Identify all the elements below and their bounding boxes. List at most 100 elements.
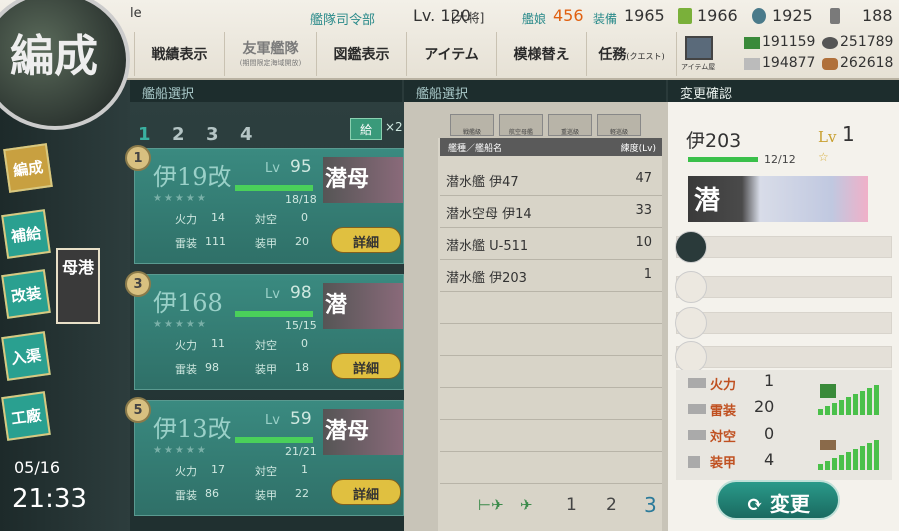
header-ship-name: 艦種／艦船名 <box>448 144 503 154</box>
list-item-level: 1 <box>643 267 652 282</box>
detail-level: 1 <box>842 122 855 146</box>
ship-hp: 21/21 <box>285 445 317 458</box>
filter-tab-carrier[interactable]: 航空母艦 <box>499 114 543 136</box>
stat-torpedo: 111 <box>205 235 226 248</box>
stat-aa-label: 対空 <box>255 465 277 478</box>
detail-hp: 12/12 <box>764 153 796 166</box>
home-port-button[interactable]: 母港 <box>56 248 100 324</box>
page-1-button[interactable]: 1 <box>566 495 577 515</box>
supply-multiplier: ×2 <box>385 120 403 134</box>
hp-bar <box>235 311 313 317</box>
ship-name: 伊168 <box>153 289 223 317</box>
detail-aa-label: 対空 <box>710 430 737 445</box>
detail-torpedo-label: 雷装 <box>710 404 737 419</box>
detail-hp-bar <box>688 157 758 162</box>
pager-prev-button[interactable]: ✈ <box>520 496 533 514</box>
menu-item-button[interactable]: アイテム <box>406 32 496 76</box>
slot-number: 1 <box>125 145 151 171</box>
list-item-empty <box>440 356 662 388</box>
detail-firepower-label: 火力 <box>710 378 737 393</box>
nav-docking-button[interactable]: 入渠 <box>1 331 51 381</box>
hq-label: 艦隊司令部 <box>310 13 376 28</box>
list-item[interactable]: 潜水空母 伊14 33 <box>440 196 662 228</box>
ship-card[interactable]: 3 伊168 Lv 98 ★★★★★ 15/15 潜 火力 11 対空 0 雷装… <box>125 271 404 390</box>
section-header-middle: 艦船選択 <box>404 80 666 102</box>
section-header-right: 変更確認 <box>668 80 899 102</box>
stat-armor-label: 装甲 <box>255 363 277 376</box>
menu-album-button[interactable]: 図鑑表示 <box>316 32 406 76</box>
stat-torpedo: 98 <box>205 361 219 374</box>
nav-arsenal-button[interactable]: 工廠 <box>1 391 51 441</box>
slot-number: 3 <box>125 271 151 297</box>
ship-level: 59 <box>290 409 312 429</box>
equipment-slot <box>675 341 892 373</box>
slot-circle-icon <box>675 307 707 339</box>
confirm-change-button[interactable]: ⟳ 変更 <box>716 480 840 520</box>
level-label: Lv <box>265 413 280 428</box>
ship-card[interactable]: 1 伊19改 Lv 95 ★★★★★ 18/18 潜母 火力 14 対空 0 雷… <box>125 145 404 264</box>
filter-tab-battleship[interactable]: 戦艦級 <box>450 114 494 136</box>
fleet-tab-3[interactable]: 3 <box>206 124 219 145</box>
page-3-button[interactable]: 3 <box>644 493 657 517</box>
header-level: 練度(Lv) <box>620 144 656 154</box>
detail-button[interactable]: 詳細 <box>331 353 401 379</box>
detail-button[interactable]: 詳細 <box>331 479 401 505</box>
ship-name: 伊13改 <box>153 415 232 443</box>
page-2-button[interactable]: 2 <box>606 495 617 515</box>
fleet-tab-2[interactable]: 2 <box>172 124 185 145</box>
ship-card[interactable]: 5 伊13改 Lv 59 ★★★★★ 21/21 潜母 火力 17 対空 1 雷… <box>125 397 404 516</box>
fleet-tab-4[interactable]: 4 <box>240 124 253 145</box>
ship-name: 伊19改 <box>153 163 232 191</box>
slot-circle-icon <box>675 271 707 303</box>
logo-text: 編成 <box>10 31 98 82</box>
stat-aa: 1 <box>301 463 308 476</box>
rarity-stars: ★★★★★ <box>153 193 208 204</box>
list-item-level: 10 <box>635 235 652 250</box>
list-item[interactable]: 潜水艦 U-511 10 <box>440 228 662 260</box>
devmat-count: 1925 <box>772 6 813 25</box>
stat-firepower-label: 火力 <box>175 213 197 226</box>
ship-type-badge: 潜 <box>325 292 348 318</box>
filter-tab-light-cruiser[interactable]: 軽巡級 <box>597 114 641 136</box>
ammo-gauge <box>818 436 888 470</box>
list-item[interactable]: 潜水艦 伊203 1 <box>440 260 662 292</box>
menu-record-button[interactable]: 戦績表示 <box>134 32 224 76</box>
stat-firepower: 14 <box>211 211 225 224</box>
item-shop-button[interactable]: アイテム屋 <box>676 32 738 76</box>
menu-furniture-button[interactable]: 模様替え <box>496 32 586 76</box>
date-display: 05/16 <box>14 458 61 477</box>
confirm-change-label: 変更 <box>769 492 810 516</box>
list-item-level: 33 <box>635 203 652 218</box>
pager-first-button[interactable]: ⊢✈ <box>478 496 504 514</box>
rarity-stars: ★★★★★ <box>153 445 208 456</box>
steel-icon <box>744 58 760 70</box>
anti-air-icon <box>688 430 706 440</box>
stat-torpedo-label: 雷装 <box>175 237 197 250</box>
nav-supply-button[interactable]: 補給 <box>1 209 51 259</box>
nav-fleet-button[interactable]: 編成 <box>3 143 53 193</box>
list-item-empty <box>440 292 662 324</box>
detail-ship-name: 伊203 <box>686 130 742 152</box>
stat-torpedo: 86 <box>205 487 219 500</box>
ship-level: 98 <box>290 283 312 303</box>
list-item[interactable]: 潜水艦 伊47 47 <box>440 164 662 196</box>
ship-hp: 15/15 <box>285 319 317 332</box>
menu-quest-sub: (クエスト) <box>626 52 665 61</box>
menu-friend-fleet-button[interactable]: 友軍艦隊 (期間限定海域開放) <box>224 32 316 76</box>
ships-count: 456 <box>553 6 584 25</box>
menu-quest-button[interactable]: 任務(クエスト) <box>586 32 676 76</box>
fleet-tab-1[interactable]: 1 <box>138 124 151 145</box>
ship-type-badge: 潜母 <box>325 418 370 444</box>
steel-count: 194877 <box>762 55 816 71</box>
detail-button[interactable]: 詳細 <box>331 227 401 253</box>
list-item-name: 潜水艦 伊203 <box>446 271 527 286</box>
ship-level: 95 <box>290 157 312 177</box>
shop-icon <box>685 36 713 60</box>
bucket-icon <box>678 8 692 24</box>
fleet-supply-button[interactable]: 給 <box>350 118 382 140</box>
filter-tab-heavy-cruiser[interactable]: 重巡級 <box>548 114 592 136</box>
list-header: 艦種／艦船名 練度(Lv) <box>440 138 662 156</box>
nav-remodel-button[interactable]: 改装 <box>1 269 51 319</box>
stat-aa-label: 対空 <box>255 213 277 226</box>
stat-firepower-label: 火力 <box>175 465 197 478</box>
